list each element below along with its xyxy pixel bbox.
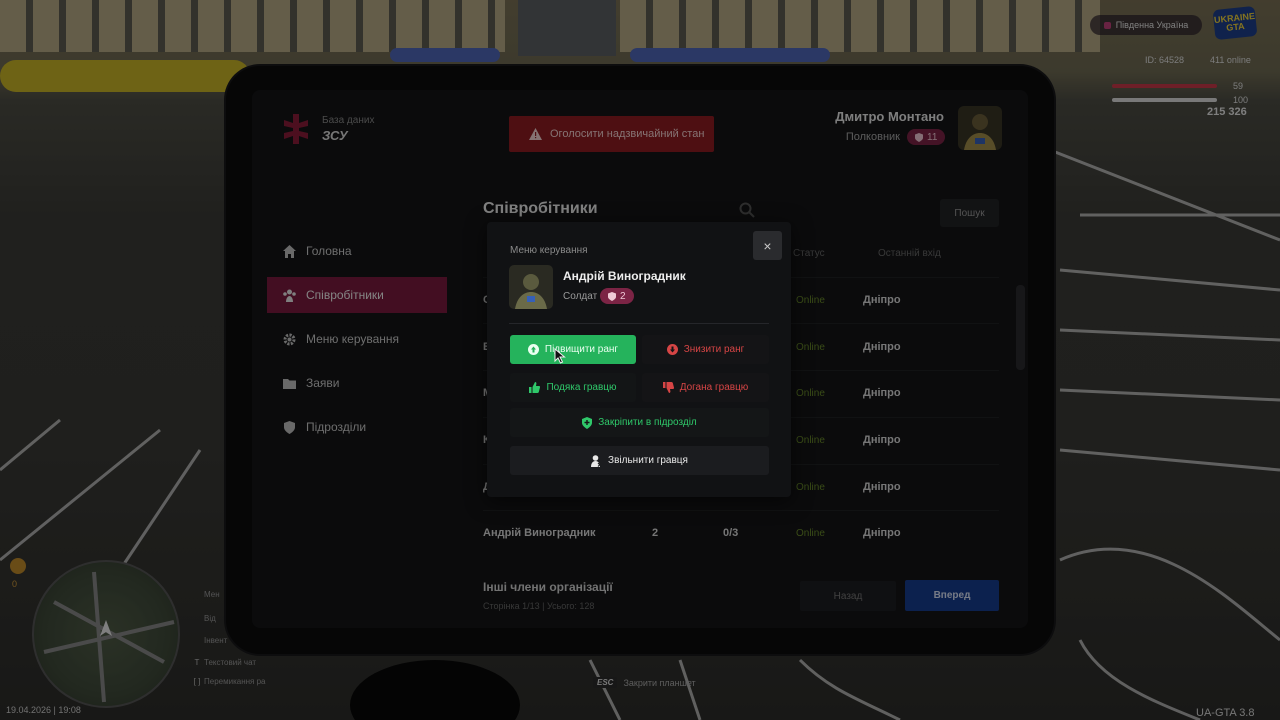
thumbs-up-icon [529,382,541,393]
mouse-cursor-icon [554,348,566,364]
reprimand-label: Догана гравцю [679,382,749,393]
close-icon: × [763,237,772,254]
demote-label: Знизити ранг [683,344,745,355]
thank-player-button[interactable]: Подяка гравцю [510,373,636,402]
promote-button[interactable]: Підвищити ранг [510,335,636,364]
arrow-down-circle-icon [666,344,678,355]
thank-label: Подяка гравцю [546,382,617,393]
modal-close-button[interactable]: × [753,231,782,260]
shield-plus-icon [582,416,593,429]
employee-rank: Солдат [563,291,598,302]
fire-player-button[interactable]: Звільнити гравця [510,446,769,475]
modal-heading: Меню керування [510,245,588,256]
modal-divider [509,323,769,324]
demote-button[interactable]: Знизити ранг [642,335,769,364]
assign-label: Закріпити в підрозділ [598,417,697,428]
reprimand-player-button[interactable]: Догана гравцю [642,373,769,402]
employee-rank-level: 2 [620,290,626,302]
employee-rank-badge: 2 [600,288,634,304]
fire-label: Звільнити гравця [608,455,688,466]
arrow-up-circle-icon [527,344,539,355]
avatar-figure [515,274,547,309]
user-remove-icon [591,454,602,467]
assign-unit-button[interactable]: Закріпити в підрозділ [510,408,769,437]
shield-icon [608,291,616,301]
employee-avatar [509,265,553,309]
thumbs-down-icon [662,382,674,393]
employee-name: Андрій Виноградник [563,269,686,283]
